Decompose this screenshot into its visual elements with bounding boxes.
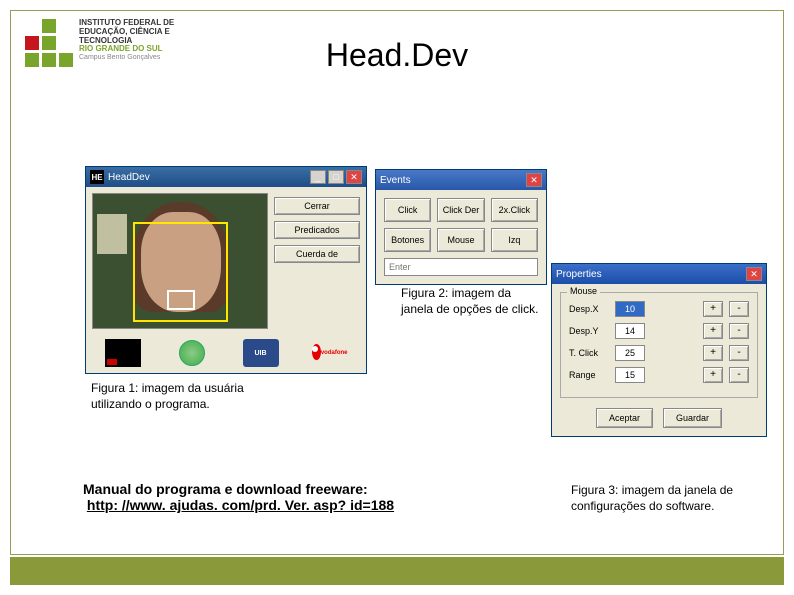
predicados-button[interactable]: Predicados [274, 221, 360, 239]
mouse-groupbox: Mouse Desp.X10+-Desp.Y14+-T. Click25+-Ra… [560, 292, 758, 398]
property-row: T. Click 25 +- [569, 345, 749, 361]
plus-button[interactable]: + [703, 345, 723, 361]
sponsor-logo-uib: UIB [243, 339, 279, 367]
property-label: Range [569, 370, 609, 380]
mouse-button[interactable]: Mouse [437, 228, 484, 252]
property-row: Range 15 +- [569, 367, 749, 383]
maximize-button[interactable]: □ [328, 170, 344, 184]
minus-button[interactable]: - [729, 323, 749, 339]
properties-titlebar[interactable]: Properties ✕ [552, 264, 766, 284]
double-click-button[interactable]: 2x.Click [491, 198, 538, 222]
page-title: Head.Dev [11, 37, 783, 74]
plus-button[interactable]: + [703, 301, 723, 317]
property-value[interactable]: 10 [615, 301, 645, 317]
figure2-caption: Figura 2: imagem da janela de opções de … [401, 286, 541, 317]
property-value[interactable]: 25 [615, 345, 645, 361]
group-label: Mouse [567, 286, 600, 296]
figure1-caption: Figura 1: imagem da usuária utilizando o… [91, 381, 291, 412]
events-titlebar[interactable]: Events ✕ [376, 170, 546, 190]
camera-view [92, 193, 268, 329]
cerrar-button[interactable]: Cerrar [274, 197, 360, 215]
plus-button[interactable]: + [703, 367, 723, 383]
property-label: T. Click [569, 348, 609, 358]
izq-button[interactable]: Izq [491, 228, 538, 252]
minus-button[interactable]: - [729, 367, 749, 383]
headdev-title: HeadDev [108, 172, 150, 183]
manual-label: Manual do programa e download freeware: [83, 481, 368, 497]
botones-button[interactable]: Botones [384, 228, 431, 252]
property-value[interactable]: 15 [615, 367, 645, 383]
close-button[interactable]: ✕ [346, 170, 362, 184]
plus-button[interactable]: + [703, 323, 723, 339]
close-button[interactable]: ✕ [526, 173, 542, 187]
sponsor-logo-1 [105, 339, 141, 367]
minus-button[interactable]: - [729, 345, 749, 361]
app-icon: HE [90, 170, 104, 184]
minimize-button[interactable]: _ [310, 170, 326, 184]
slide-frame: INSTITUTO FEDERAL DE EDUCAÇÃO, CIÊNCIA E… [10, 10, 784, 555]
bottom-bar [10, 557, 784, 585]
save-button[interactable]: Guardar [663, 408, 722, 428]
accept-button[interactable]: Aceptar [596, 408, 653, 428]
property-label: Desp.Y [569, 326, 609, 336]
manual-link[interactable]: http: //www. ajudas. com/prd. Ver. asp? … [87, 497, 394, 513]
manual-text: Manual do programa e download freeware: … [83, 481, 394, 513]
property-row: Desp.Y 14 +- [569, 323, 749, 339]
minus-button[interactable]: - [729, 301, 749, 317]
sponsor-logo-2 [174, 339, 210, 367]
property-label: Desp.X [569, 304, 609, 314]
mouth-track-box [167, 290, 195, 310]
headdev-window: HE HeadDev _ □ ✕ Cerrar Predicados Cuerd… [85, 166, 367, 374]
properties-window: Properties ✕ Mouse Desp.X10+-Desp.Y14+-T… [551, 263, 767, 437]
headdev-titlebar[interactable]: HE HeadDev _ □ ✕ [86, 167, 366, 187]
events-title: Events [380, 175, 411, 186]
figure3-caption: Figura 3: imagem da janela de configuraç… [571, 483, 761, 514]
click-button[interactable]: Click [384, 198, 431, 222]
sponsor-logos: UIB vodafone [86, 335, 366, 373]
events-input[interactable] [384, 258, 538, 276]
click-der-button[interactable]: Click Der [437, 198, 484, 222]
close-button[interactable]: ✕ [746, 267, 762, 281]
cuerda-button[interactable]: Cuerda de [274, 245, 360, 263]
property-row: Desp.X 10 +- [569, 301, 749, 317]
properties-title: Properties [556, 269, 602, 280]
events-window: Events ✕ Click Click Der 2x.Click Botone… [375, 169, 547, 285]
property-value[interactable]: 14 [615, 323, 645, 339]
sponsor-logo-vodafone: vodafone [312, 339, 348, 367]
